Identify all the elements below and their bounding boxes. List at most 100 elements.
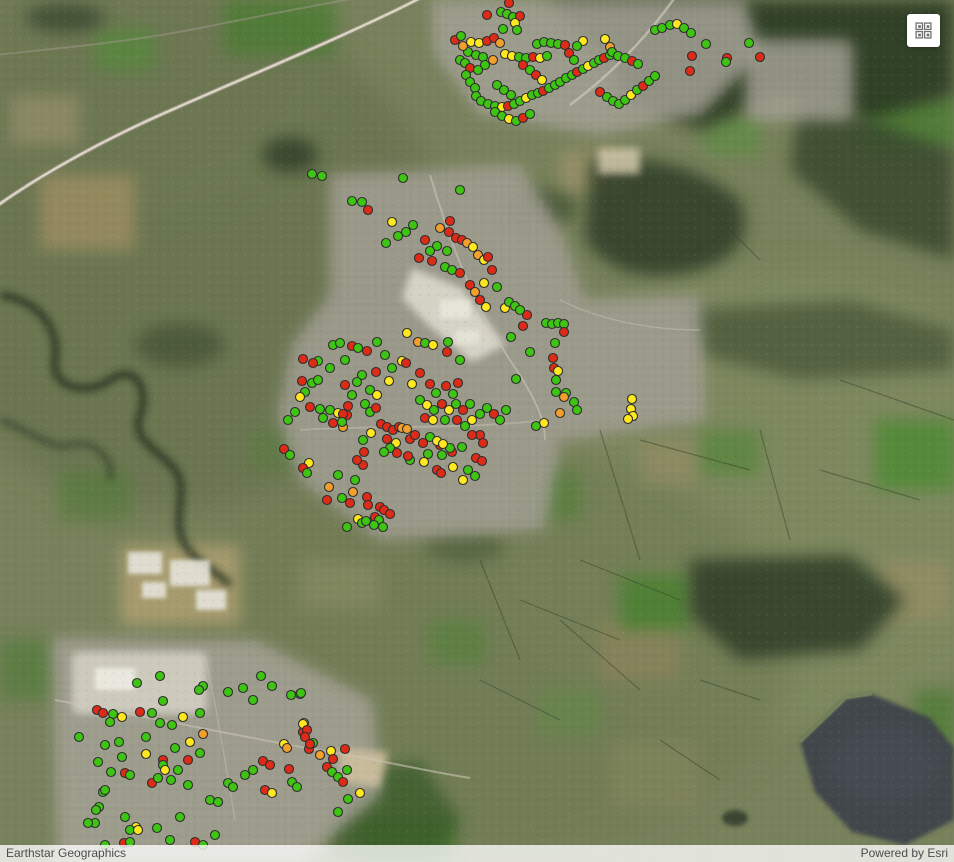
data-point[interactable] (601, 35, 610, 44)
data-point[interactable] (478, 457, 487, 466)
data-point[interactable] (552, 376, 561, 385)
data-point[interactable] (560, 393, 569, 402)
data-point[interactable] (543, 52, 552, 61)
data-point[interactable] (287, 691, 296, 700)
data-point[interactable] (99, 709, 108, 718)
data-point[interactable] (179, 713, 188, 722)
data-point[interactable] (268, 789, 277, 798)
data-point[interactable] (468, 416, 477, 425)
data-point[interactable] (133, 679, 142, 688)
data-point[interactable] (549, 354, 558, 363)
data-point[interactable] (338, 418, 347, 427)
data-point[interactable] (381, 351, 390, 360)
data-point[interactable] (419, 439, 428, 448)
data-point[interactable] (554, 367, 563, 376)
data-point[interactable] (101, 786, 110, 795)
data-point[interactable] (573, 406, 582, 415)
data-point[interactable] (199, 730, 208, 739)
data-point[interactable] (426, 247, 435, 256)
data-point[interactable] (373, 338, 382, 347)
data-point[interactable] (349, 488, 358, 497)
data-point[interactable] (338, 494, 347, 503)
map-viewport[interactable]: Earthstar Geographics Powered by Esri (0, 0, 954, 862)
data-point[interactable] (299, 355, 308, 364)
data-point[interactable] (436, 224, 445, 233)
data-point[interactable] (319, 414, 328, 423)
data-point[interactable] (121, 813, 130, 822)
data-point[interactable] (367, 429, 376, 438)
data-point[interactable] (454, 379, 463, 388)
data-point[interactable] (293, 783, 302, 792)
data-point[interactable] (351, 476, 360, 485)
data-point[interactable] (420, 458, 429, 467)
data-point[interactable] (651, 72, 660, 81)
data-point[interactable] (372, 404, 381, 413)
data-point[interactable] (628, 395, 637, 404)
data-point[interactable] (115, 738, 124, 747)
data-point[interactable] (469, 243, 478, 252)
data-point[interactable] (325, 483, 334, 492)
data-point[interactable] (411, 431, 420, 440)
data-point[interactable] (309, 359, 318, 368)
data-point[interactable] (483, 11, 492, 20)
data-point[interactable] (507, 91, 516, 100)
data-point[interactable] (468, 431, 477, 440)
data-point[interactable] (118, 753, 127, 762)
data-point[interactable] (142, 750, 151, 759)
data-point[interactable] (94, 758, 103, 767)
data-point[interactable] (379, 523, 388, 532)
data-point[interactable] (156, 719, 165, 728)
data-point[interactable] (318, 172, 327, 181)
data-point[interactable] (449, 463, 458, 472)
data-point[interactable] (323, 496, 332, 505)
data-point[interactable] (153, 824, 162, 833)
data-point[interactable] (341, 745, 350, 754)
data-point[interactable] (298, 377, 307, 386)
data-point[interactable] (329, 419, 338, 428)
data-point[interactable] (456, 356, 465, 365)
data-point[interactable] (168, 721, 177, 730)
data-point[interactable] (404, 452, 413, 461)
data-point[interactable] (306, 403, 315, 412)
data-point[interactable] (358, 198, 367, 207)
data-point[interactable] (570, 56, 579, 65)
data-point[interactable] (496, 39, 505, 48)
data-point[interactable] (552, 388, 561, 397)
data-point[interactable] (488, 266, 497, 275)
data-point[interactable] (314, 376, 323, 385)
data-point[interactable] (136, 708, 145, 717)
data-point[interactable] (359, 436, 368, 445)
data-point[interactable] (266, 761, 275, 770)
data-point[interactable] (429, 416, 438, 425)
data-point[interactable] (283, 744, 292, 753)
data-point[interactable] (249, 696, 258, 705)
data-point[interactable] (444, 338, 453, 347)
data-point[interactable] (229, 783, 238, 792)
data-point[interactable] (75, 733, 84, 742)
data-point[interactable] (336, 339, 345, 348)
data-point[interactable] (393, 449, 402, 458)
data-point[interactable] (380, 448, 389, 457)
data-point[interactable] (370, 521, 379, 530)
data-point[interactable] (285, 765, 294, 774)
data-point[interactable] (316, 405, 325, 414)
data-point[interactable] (296, 393, 305, 402)
data-point[interactable] (291, 408, 300, 417)
data-point[interactable] (458, 443, 467, 452)
data-point[interactable] (106, 718, 115, 727)
data-point[interactable] (526, 348, 535, 357)
data-point[interactable] (499, 25, 508, 34)
data-point[interactable] (257, 672, 266, 681)
data-point[interactable] (403, 425, 412, 434)
data-point[interactable] (438, 451, 447, 460)
data-point[interactable] (348, 391, 357, 400)
data-point[interactable] (329, 755, 338, 764)
data-point[interactable] (426, 380, 435, 389)
data-point[interactable] (364, 501, 373, 510)
data-point[interactable] (176, 813, 185, 822)
data-point[interactable] (154, 774, 163, 783)
data-point[interactable] (482, 303, 491, 312)
data-point[interactable] (239, 684, 248, 693)
data-point[interactable] (421, 236, 430, 245)
data-point[interactable] (456, 186, 465, 195)
